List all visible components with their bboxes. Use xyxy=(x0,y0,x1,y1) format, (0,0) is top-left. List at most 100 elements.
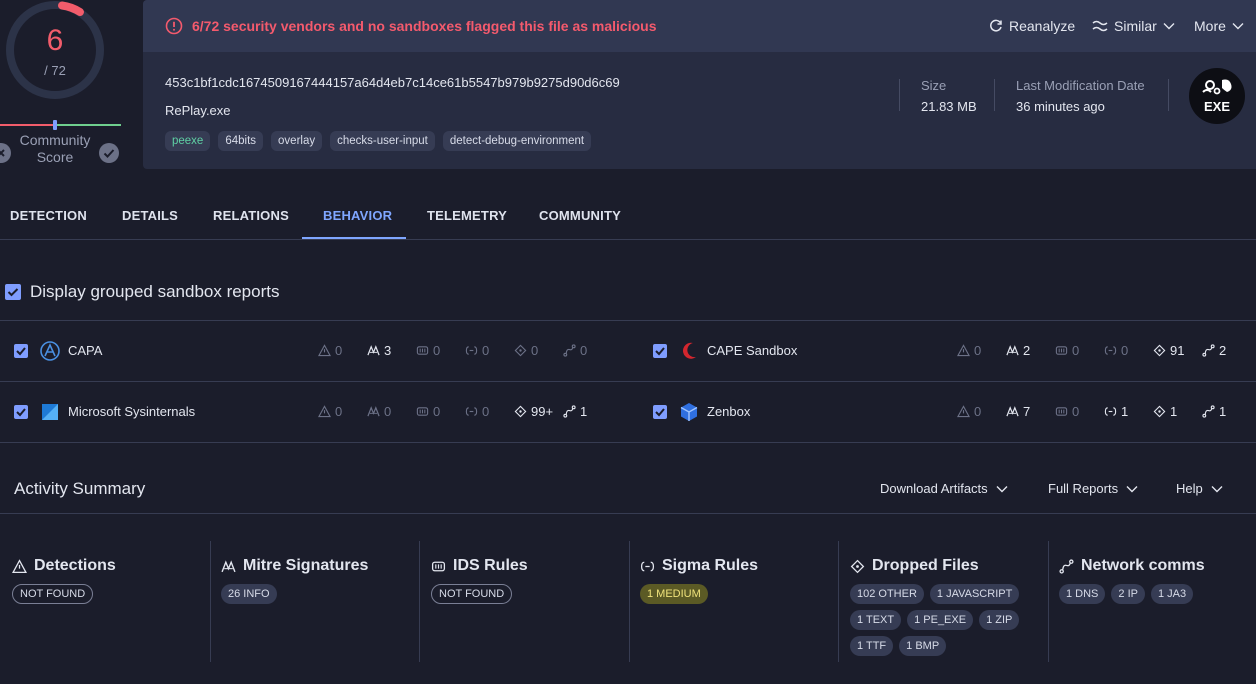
upvote-icon[interactable] xyxy=(99,143,119,163)
stat-dropped-files[interactable]: 99+ xyxy=(514,404,553,419)
stat-network[interactable]: 0 xyxy=(563,343,587,358)
summary-pill[interactable]: 1 TEXT xyxy=(850,610,902,630)
full-reports-label: Full Reports xyxy=(1048,481,1119,496)
summary-pill[interactable]: 1 JA3 xyxy=(1150,584,1194,604)
tab-relations[interactable]: RELATIONS xyxy=(213,208,289,223)
stat-value: 0 xyxy=(1121,343,1129,358)
activity-column-title[interactable]: Detections xyxy=(12,557,116,575)
sandbox-checkbox[interactable] xyxy=(653,405,667,419)
column-title-text: Detections xyxy=(34,557,116,574)
stat-network[interactable]: 1 xyxy=(563,404,587,419)
stat-mitre[interactable]: 7 xyxy=(1006,404,1030,419)
file-tag[interactable]: detect-debug-environment xyxy=(442,131,592,151)
file-tag[interactable]: 64bits xyxy=(218,131,264,151)
activity-column-title[interactable]: Dropped Files xyxy=(850,557,979,575)
help-dropdown[interactable]: Help xyxy=(1176,481,1223,496)
stat-network[interactable]: 2 xyxy=(1202,343,1226,358)
stat-sigma[interactable]: 1 xyxy=(1104,404,1128,419)
warning-icon xyxy=(957,405,970,418)
summary-pill[interactable]: 1 PE_EXE xyxy=(907,610,974,630)
file-tag[interactable]: checks-user-input xyxy=(330,131,435,151)
sandbox-checkbox[interactable] xyxy=(653,344,667,358)
network-icon xyxy=(1202,344,1215,357)
ids-icon xyxy=(1055,346,1068,355)
stat-sigma[interactable]: 0 xyxy=(465,343,489,358)
stat-network[interactable]: 1 xyxy=(1202,404,1226,419)
sandbox-checkbox[interactable] xyxy=(14,344,28,358)
stat-mitre[interactable]: 0 xyxy=(367,404,391,419)
stat-value: 0 xyxy=(974,404,982,419)
tab-behavior[interactable]: BEHAVIOR xyxy=(323,208,392,223)
stat-warning[interactable]: 0 xyxy=(318,343,342,358)
warning-icon xyxy=(12,558,27,573)
sandbox-name[interactable]: Zenbox xyxy=(707,404,750,419)
activity-column-mitre-signatures: Mitre Signatures 26 INFO xyxy=(221,541,411,662)
activity-summary-title: Activity Summary xyxy=(14,479,146,498)
divider xyxy=(1048,541,1049,662)
divider xyxy=(899,79,900,111)
ids-icon xyxy=(431,561,446,571)
activity-column-title[interactable]: Mitre Signatures xyxy=(221,557,368,575)
tab-telemetry[interactable]: TELEMETRY xyxy=(427,208,507,223)
dropped-files-icon xyxy=(1153,344,1166,357)
activity-column-title[interactable]: IDS Rules xyxy=(431,557,528,575)
community-score-label: Community Score xyxy=(19,132,91,165)
column-title-text: Mitre Signatures xyxy=(243,557,369,574)
similar-button[interactable]: Similar xyxy=(1092,18,1175,34)
activity-column-title[interactable]: Network comms xyxy=(1059,557,1205,575)
stat-sigma[interactable]: 0 xyxy=(1104,343,1128,358)
tab-detection[interactable]: DETECTION xyxy=(10,208,87,223)
stat-warning[interactable]: 0 xyxy=(318,404,342,419)
file-tag[interactable]: peexe xyxy=(165,131,211,151)
dropped-files-icon xyxy=(1153,405,1166,418)
file-hash[interactable]: 453c1bf1cdc1674509167444157a64d4eb7c14ce… xyxy=(165,75,620,90)
stat-ids[interactable]: 0 xyxy=(1055,343,1079,358)
warning-icon xyxy=(318,405,331,418)
stat-ids[interactable]: 0 xyxy=(1055,404,1079,419)
sandbox-name[interactable]: CAPA xyxy=(68,343,102,358)
stat-ids[interactable]: 0 xyxy=(416,343,440,358)
modification-date-value: 36 minutes ago xyxy=(1016,99,1105,114)
tab-community[interactable]: COMMUNITY xyxy=(539,208,621,223)
tab-details[interactable]: DETAILS xyxy=(122,208,178,223)
pill-group: 102 OTHER 1 JAVASCRIPT 1 TEXT 1 PE_EXE 1 ZIP… xyxy=(850,584,1040,656)
downvote-icon[interactable] xyxy=(0,143,11,163)
score-total: / 72 xyxy=(44,63,66,78)
stat-value: 7 xyxy=(1023,404,1031,419)
sandbox-name[interactable]: CAPE Sandbox xyxy=(707,343,797,358)
stat-sigma[interactable]: 0 xyxy=(465,404,489,419)
stat-warning[interactable]: 0 xyxy=(957,343,981,358)
network-icon xyxy=(1059,558,1074,574)
stat-value: 0 xyxy=(974,343,982,358)
more-button[interactable]: More xyxy=(1194,18,1244,34)
summary-pill[interactable]: 102 OTHER xyxy=(850,584,924,604)
full-reports-dropdown[interactable]: Full Reports xyxy=(1048,481,1138,496)
summary-pill[interactable]: 26 INFO xyxy=(221,584,277,604)
summary-pill[interactable]: 1 ZIP xyxy=(979,610,1020,630)
stat-mitre[interactable]: 3 xyxy=(367,343,391,358)
stat-warning[interactable]: 0 xyxy=(957,404,981,419)
grouped-reports-checkbox[interactable] xyxy=(5,284,21,300)
mitre-icon xyxy=(367,345,380,356)
tab-bar: DETECTION DETAILS RELATIONS BEHAVIOR TEL… xyxy=(0,198,1256,240)
sandbox-checkbox[interactable] xyxy=(14,405,28,419)
sandbox-name[interactable]: Microsoft Sysinternals xyxy=(68,404,195,419)
download-artifacts-dropdown[interactable]: Download Artifacts xyxy=(880,481,1008,496)
summary-pill[interactable]: 1 TTF xyxy=(850,636,894,656)
reanalyze-button[interactable]: Reanalyze xyxy=(989,18,1075,34)
stat-dropped-files[interactable]: 1 xyxy=(1153,404,1177,419)
stat-dropped-files[interactable]: 0 xyxy=(514,343,538,358)
divider xyxy=(1168,79,1169,111)
stat-ids[interactable]: 0 xyxy=(416,404,440,419)
summary-pill[interactable]: 2 IP xyxy=(1111,584,1145,604)
file-tag[interactable]: overlay xyxy=(271,131,323,151)
stat-value: 0 xyxy=(482,404,490,419)
summary-pill[interactable]: 1 MEDIUM xyxy=(640,584,708,604)
summary-pill[interactable]: 1 JAVASCRIPT xyxy=(929,584,1020,604)
stat-dropped-files[interactable]: 91 xyxy=(1153,343,1184,358)
stat-mitre[interactable]: 2 xyxy=(1006,343,1030,358)
summary-pill[interactable]: 1 DNS xyxy=(1059,584,1106,604)
activity-column-title[interactable]: Sigma Rules xyxy=(640,557,758,575)
score-value: 6 xyxy=(46,24,64,57)
summary-pill[interactable]: 1 BMP xyxy=(899,636,947,656)
